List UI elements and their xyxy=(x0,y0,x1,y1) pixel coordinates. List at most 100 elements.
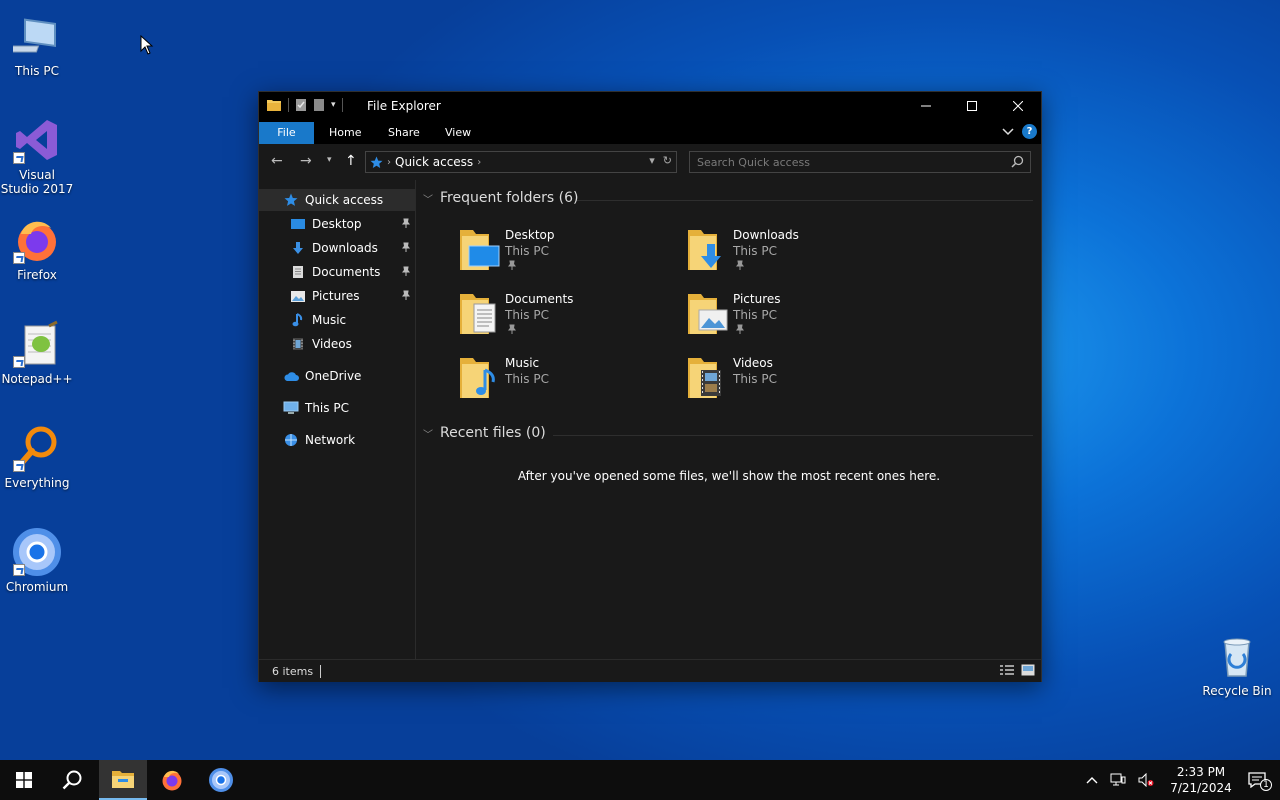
folder-icon xyxy=(267,100,281,111)
desktop-icon-this-pc[interactable]: This PC xyxy=(0,12,74,78)
help-icon[interactable]: ? xyxy=(1022,124,1037,139)
nav-item-network[interactable]: Network xyxy=(259,429,415,451)
search-input[interactable] xyxy=(690,152,990,172)
pin-icon[interactable] xyxy=(735,260,745,270)
folder-tile-documents[interactable]: Documents This PC xyxy=(459,290,679,346)
folder-icon xyxy=(112,771,134,788)
computer-icon xyxy=(283,401,299,414)
nav-item-label: Quick access xyxy=(305,193,384,207)
star-icon xyxy=(284,193,298,206)
pin-icon[interactable] xyxy=(507,260,517,270)
nav-item-quick-access[interactable]: Quick access xyxy=(259,189,415,211)
maximize-button[interactable] xyxy=(949,92,995,120)
nav-item-videos[interactable]: Videos xyxy=(259,333,415,355)
taskbar-chromium[interactable] xyxy=(197,760,245,800)
customize-toolbar-icon[interactable]: ▾ xyxy=(331,100,336,110)
download-arrow-icon xyxy=(293,242,303,254)
taskbar-file-explorer[interactable] xyxy=(99,760,147,800)
clock[interactable]: 2:33 PM 7/21/2024 xyxy=(1166,764,1236,796)
show-hidden-icons-chevron-icon[interactable] xyxy=(1086,776,1098,784)
collapse-chevron-icon[interactable]: ﹀ xyxy=(423,426,433,441)
breadcrumb-chevron-icon[interactable]: › xyxy=(477,157,481,168)
pin-icon[interactable] xyxy=(401,290,411,300)
pin-icon[interactable] xyxy=(401,218,411,228)
new-folder-icon[interactable] xyxy=(313,98,325,112)
file-explorer-window[interactable]: ▾ File Explorer File Home Share View ? ←… xyxy=(258,91,1042,682)
music-folder-icon xyxy=(460,358,495,398)
nav-item-label: Music xyxy=(312,313,347,327)
desktop-icon-everything[interactable]: Everything xyxy=(0,424,74,490)
breadcrumb-quick-access[interactable]: Quick access xyxy=(395,155,473,169)
desktop-icon-firefox[interactable]: Firefox xyxy=(0,216,74,282)
quick-access-toolbar: ▾ xyxy=(266,98,343,112)
tab-share[interactable]: Share xyxy=(388,122,420,144)
volume-muted-icon[interactable] xyxy=(1138,773,1154,787)
folder-tile-desktop[interactable]: Desktop This PC xyxy=(459,226,679,282)
folder-tile-pictures[interactable]: Pictures This PC xyxy=(687,290,907,346)
maximize-icon xyxy=(967,101,977,111)
address-bar[interactable]: › Quick access › ▾ ↻ xyxy=(365,151,677,173)
recent-files-header[interactable]: ﹀ Recent files (0) xyxy=(423,425,546,441)
nav-item-desktop[interactable]: Desktop xyxy=(259,213,415,235)
desktop-icon-notepad-plus-plus[interactable]: Notepad++ xyxy=(0,320,74,386)
action-center-icon[interactable]: 1 xyxy=(1248,772,1272,791)
close-button[interactable] xyxy=(995,92,1041,120)
nav-item-this-pc[interactable]: This PC xyxy=(259,397,415,419)
folder-location: This PC xyxy=(733,308,777,322)
folder-name: Documents xyxy=(505,292,574,306)
ribbon-tabs: File Home Share View ? xyxy=(259,120,1041,144)
minimize-button[interactable] xyxy=(903,92,949,120)
taskbar: 2:33 PM 7/21/2024 1 xyxy=(0,760,1280,800)
chromium-icon xyxy=(209,768,233,792)
large-icons-view-icon[interactable] xyxy=(1021,664,1035,676)
notification-count: 1 xyxy=(1260,779,1272,791)
desktop-icon-label: Visual Studio 2017 xyxy=(0,168,74,196)
details-view-icon[interactable] xyxy=(999,664,1015,676)
folder-tile-music[interactable]: Music This PC xyxy=(459,354,679,410)
search-box[interactable] xyxy=(689,151,1031,173)
nav-item-label: This PC xyxy=(305,401,349,415)
clock-time: 2:33 PM xyxy=(1176,765,1226,779)
recent-files-empty-message: After you've opened some files, we'll sh… xyxy=(517,469,941,483)
title-bar[interactable]: ▾ File Explorer xyxy=(259,92,1041,120)
forward-arrow-icon[interactable]: → xyxy=(300,153,312,169)
content-area: ﹀ Frequent folders (6) Desktop This PC D… xyxy=(417,180,1041,659)
start-button[interactable] xyxy=(0,760,48,800)
folder-tile-downloads[interactable]: Downloads This PC xyxy=(687,226,907,282)
taskbar-search-button[interactable] xyxy=(48,760,96,800)
tab-view[interactable]: View xyxy=(445,122,471,144)
refresh-icon[interactable]: ↻ xyxy=(663,154,672,167)
expand-ribbon-icon[interactable] xyxy=(1002,127,1014,137)
back-arrow-icon[interactable]: ← xyxy=(271,153,283,169)
search-icon[interactable] xyxy=(1011,155,1024,168)
taskbar-firefox[interactable] xyxy=(148,760,196,800)
frequent-folders-header[interactable]: ﹀ Frequent folders (6) xyxy=(423,190,579,206)
tab-file[interactable]: File xyxy=(259,122,314,144)
desktop-icon-label: Notepad++ xyxy=(1,372,73,386)
folder-tile-videos[interactable]: Videos This PC xyxy=(687,354,907,410)
desktop-icon-chromium[interactable]: Chromium xyxy=(0,528,74,594)
nav-item-label: Downloads xyxy=(312,241,378,255)
pin-icon[interactable] xyxy=(401,242,411,252)
breadcrumb-chevron-icon[interactable]: › xyxy=(387,157,391,168)
desktop-icon-visual-studio[interactable]: Visual Studio 2017 xyxy=(0,116,74,196)
up-arrow-icon[interactable]: ↑ xyxy=(345,153,357,169)
desktop-icon-recycle-bin[interactable]: Recycle Bin xyxy=(1200,632,1274,698)
network-status-icon[interactable] xyxy=(1110,773,1126,787)
pin-icon[interactable] xyxy=(735,324,745,334)
nav-item-music[interactable]: Music xyxy=(259,309,415,331)
nav-item-documents[interactable]: Documents xyxy=(259,261,415,283)
recent-locations-icon[interactable]: ▾ xyxy=(327,155,332,165)
desktop-icon-label: This PC xyxy=(15,64,59,78)
folder-name: Desktop xyxy=(505,228,555,242)
tab-home[interactable]: Home xyxy=(329,122,361,144)
pin-icon[interactable] xyxy=(507,324,517,334)
collapse-chevron-icon[interactable]: ﹀ xyxy=(423,191,433,206)
address-dropdown-icon[interactable]: ▾ xyxy=(649,154,655,167)
nav-item-downloads[interactable]: Downloads xyxy=(259,237,415,259)
pin-icon[interactable] xyxy=(401,266,411,276)
nav-item-pictures[interactable]: Pictures xyxy=(259,285,415,307)
nav-item-onedrive[interactable]: OneDrive xyxy=(259,365,415,387)
properties-icon[interactable] xyxy=(295,98,307,112)
folder-name: Downloads xyxy=(733,228,799,242)
